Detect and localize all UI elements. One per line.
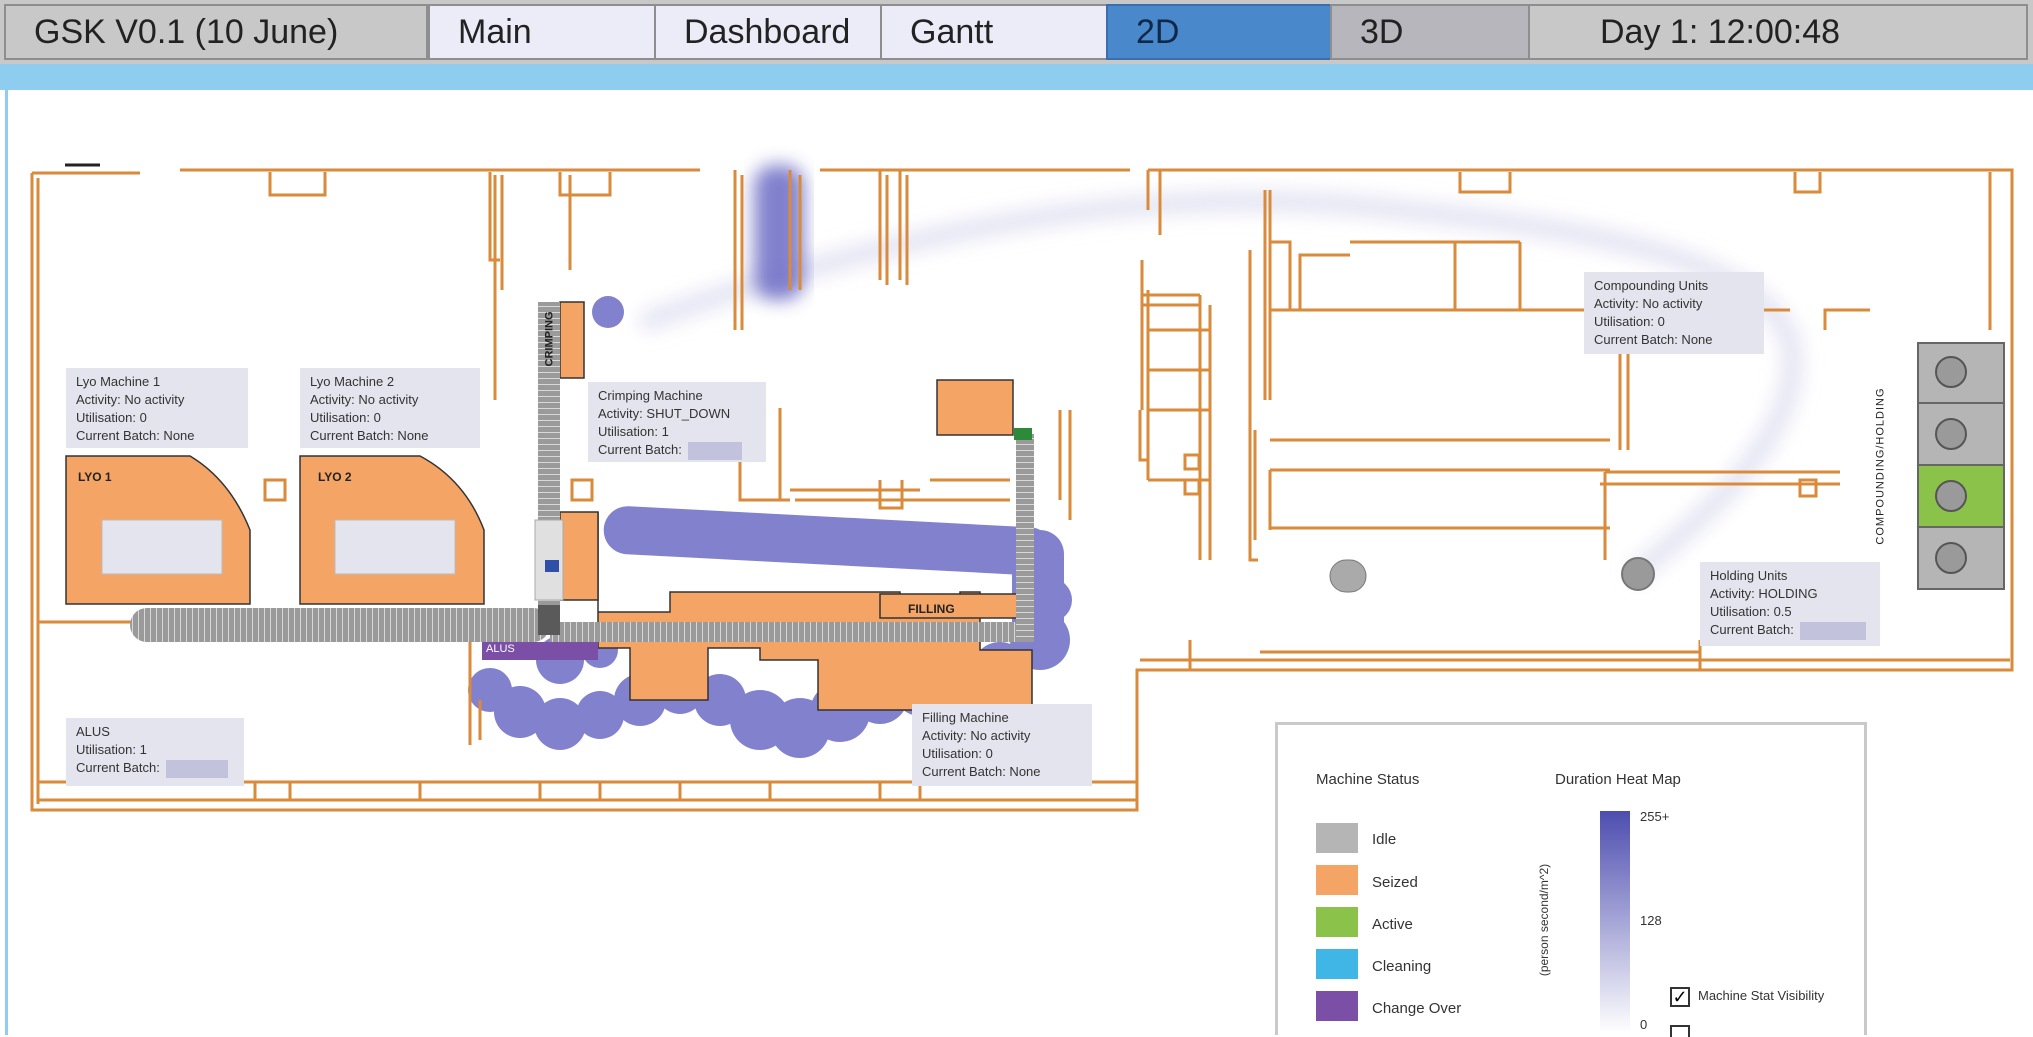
compounding-utilisation: Utilisation: 0 xyxy=(1594,314,1665,329)
legend-idle-swatch xyxy=(1316,823,1358,853)
filling-title: Filling Machine xyxy=(922,710,1009,725)
holding-batch-swatch xyxy=(1799,621,1866,640)
compounding-activity: Activity: No activity xyxy=(1594,296,1703,311)
secondary-checkbox[interactable] xyxy=(1670,1025,1690,1037)
heatmap-unit-label: (person second/m^2) xyxy=(1537,863,1552,977)
legend-panel: Machine Status Idle Seized Active Cleani… xyxy=(1275,722,1867,1037)
legend-seized-label: Seized xyxy=(1372,874,1418,891)
legend-active-label: Active xyxy=(1372,916,1413,933)
legend-cleaning-swatch xyxy=(1316,949,1358,979)
heatmap-min-label: 0 xyxy=(1640,1017,1648,1032)
crimping-activity: Activity: SHUT_DOWN xyxy=(598,406,731,421)
legend-cleaning-label: Cleaning xyxy=(1372,958,1432,975)
legend-change-over-label: Change Over xyxy=(1372,1000,1462,1017)
alus-label: ALUS xyxy=(486,643,515,655)
machine-stat-visibility-checkbox[interactable]: ✓ xyxy=(1670,987,1690,1007)
machine-stat-visibility-label: Machine Stat Visibility xyxy=(1698,988,1825,1003)
holding-activity: Activity: HOLDING xyxy=(1710,586,1818,601)
crimping-zone[interactable] xyxy=(559,301,585,379)
compounding-holding-label: COMPOUNDING/HOLDING xyxy=(1874,387,1887,545)
legend-idle-label: Idle xyxy=(1372,831,1397,848)
filling-utilisation: Utilisation: 0 xyxy=(922,746,993,761)
compounding-title: Compounding Units xyxy=(1594,278,1709,293)
filling-activity: Activity: No activity xyxy=(922,728,1031,743)
holding-info-panel: Holding Units Activity: HOLDING Utilisat… xyxy=(1700,562,1880,646)
lyo-equipment xyxy=(101,519,456,575)
filling-label: FILLING xyxy=(908,602,955,616)
crimping-label: CRIMPING xyxy=(543,311,556,367)
lyo1-info-panel: Lyo Machine 1 Activity: No activity Util… xyxy=(66,368,248,448)
lyo2-title: Lyo Machine 2 xyxy=(310,374,395,389)
lyo2-label: LYO 2 xyxy=(318,470,352,484)
lyo2-activity: Activity: No activity xyxy=(310,392,419,407)
heatmap-mid-label: 128 xyxy=(1640,913,1662,928)
crimping-title: Crimping Machine xyxy=(598,388,703,403)
crimping-info-panel: Crimping Machine Activity: SHUT_DOWN Uti… xyxy=(588,382,766,462)
filling-info-panel: Filling Machine Activity: No activity Ut… xyxy=(912,704,1092,786)
holding-utilisation: Utilisation: 0.5 xyxy=(1710,604,1792,619)
lyo2-info-panel: Lyo Machine 2 Activity: No activity Util… xyxy=(300,368,480,448)
compounding-batch: Current Batch: None xyxy=(1594,332,1713,347)
lyo1-batch: Current Batch: None xyxy=(76,428,195,443)
crimping-utilisation: Utilisation: 1 xyxy=(598,424,669,439)
lyo1-activity: Activity: No activity xyxy=(76,392,185,407)
heatmap-gradient-bar xyxy=(1600,811,1630,1033)
alus-info-panel: ALUS Utilisation: 1 Current Batch: xyxy=(66,718,244,786)
lyo1-title: Lyo Machine 1 xyxy=(76,374,161,389)
alus-title: ALUS xyxy=(76,724,110,739)
lyo2-utilisation: Utilisation: 0 xyxy=(310,410,381,425)
legend-change-over-swatch xyxy=(1316,991,1358,1021)
legend-active-swatch xyxy=(1316,907,1358,937)
holding-batch: Current Batch: xyxy=(1710,622,1794,637)
alus-utilisation: Utilisation: 1 xyxy=(76,742,147,757)
lyo1-label: LYO 1 xyxy=(78,470,112,484)
compounding-info-panel: Compounding Units Activity: No activity … xyxy=(1584,272,1764,354)
crimping-batch-swatch xyxy=(687,441,742,460)
compounding-holding-units[interactable] xyxy=(1621,342,2005,591)
filling-batch: Current Batch: None xyxy=(922,764,1041,779)
wall-small-boxes xyxy=(263,453,1818,502)
alus-batch: Current Batch: xyxy=(76,760,160,775)
holding-title: Holding Units xyxy=(1710,568,1788,583)
alus-batch-swatch xyxy=(165,759,228,778)
machine-status-title: Machine Status xyxy=(1316,771,1420,788)
filling-upper-zone[interactable] xyxy=(936,379,1014,436)
heatmap-max-label: 255+ xyxy=(1640,809,1670,824)
lyo2-batch: Current Batch: None xyxy=(310,428,429,443)
crimping-batch: Current Batch: xyxy=(598,442,682,457)
lyo1-utilisation: Utilisation: 0 xyxy=(76,410,147,425)
legend-seized-swatch xyxy=(1316,865,1358,895)
heatmap-title: Duration Heat Map xyxy=(1555,771,1681,788)
